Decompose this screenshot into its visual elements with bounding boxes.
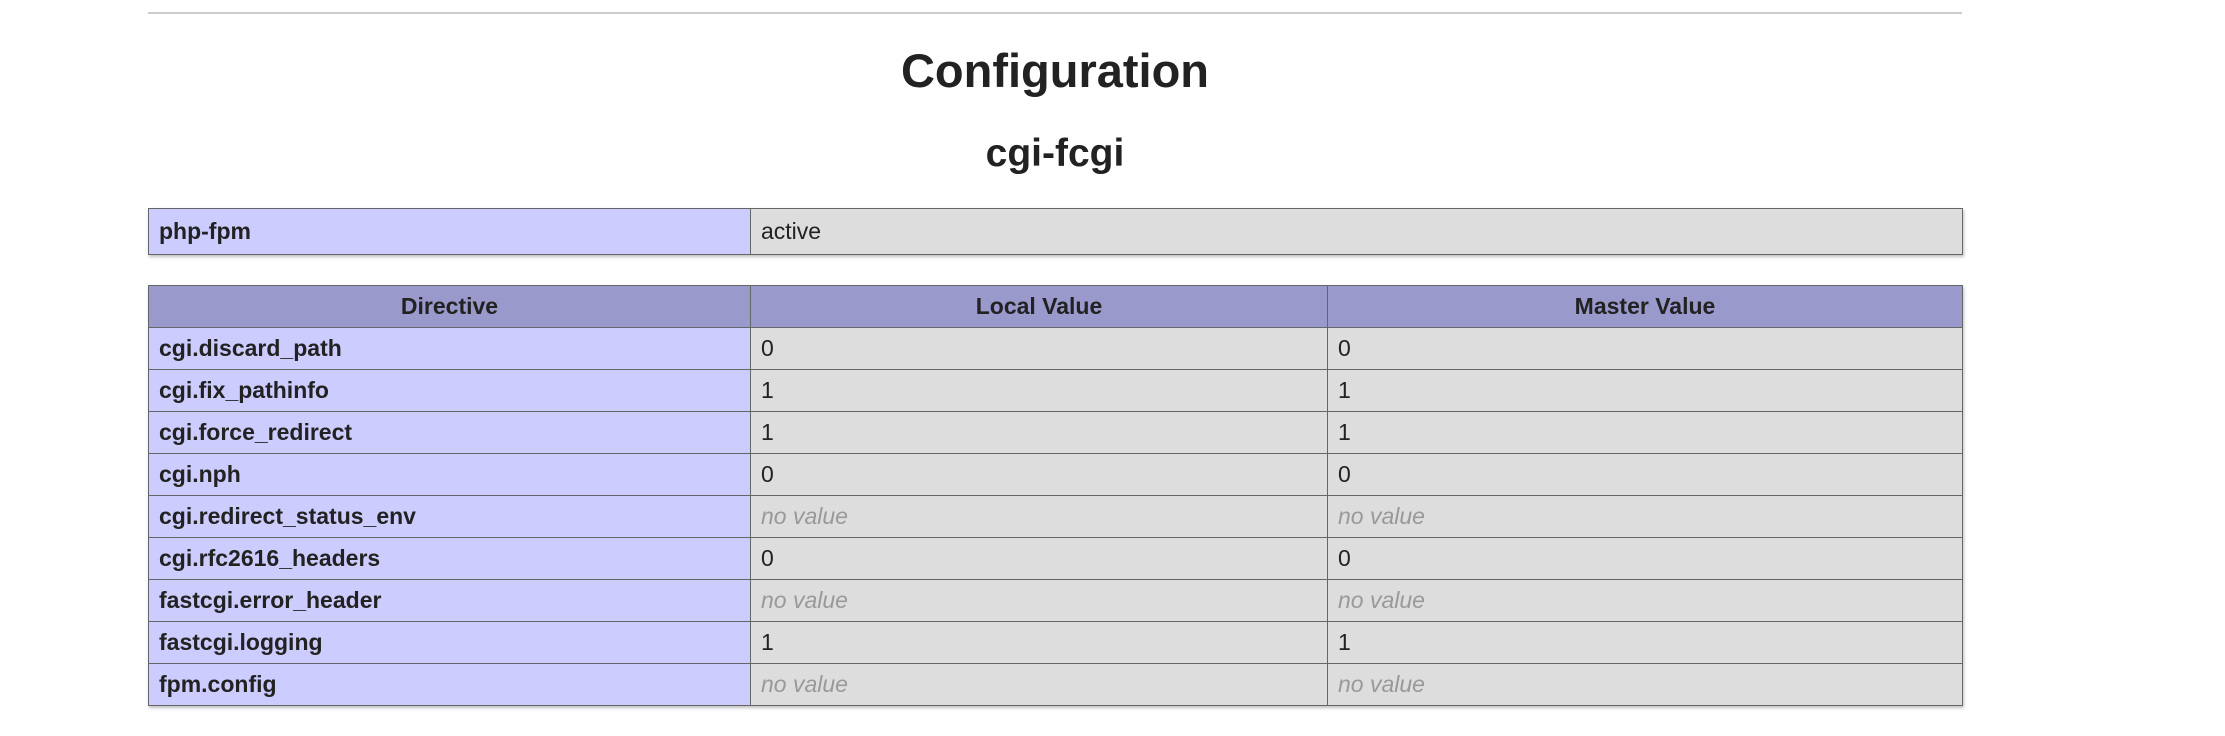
master-value-cell: no value [1327,495,1963,538]
master-value-cell: no value [1327,663,1963,706]
local-value: 1 [750,411,1328,454]
directive-row: cgi.nph 0 0 [148,453,1963,496]
directive-row: cgi.redirect_status_env no value no value [148,495,1963,538]
directive-name: cgi.fix_pathinfo [148,369,751,412]
status-row: php-fpm active [148,208,1963,255]
master-value: 1 [1327,411,1963,454]
horizontal-rule [148,12,1962,14]
directive-name: cgi.discard_path [148,327,751,370]
status-name: php-fpm [148,208,751,255]
no-value-text: no value [1338,671,1425,697]
master-value: 0 [1327,327,1963,370]
no-value-text: no value [761,503,848,529]
local-value: 0 [750,453,1328,496]
header-master-value: Master Value [1327,285,1963,328]
local-value-cell: no value [750,495,1328,538]
module-status-body: php-fpm active [148,208,1963,255]
master-value-cell: no value [1327,579,1963,622]
directive-name: cgi.rfc2616_headers [148,537,751,580]
local-value-cell: no value [750,579,1328,622]
directives-header-row: Directive Local Value Master Value [148,285,1963,328]
directive-name: fpm.config [148,663,751,706]
master-value: 1 [1327,369,1963,412]
local-value-cell: no value [750,663,1328,706]
module-status-table: php-fpm active [148,208,1963,255]
no-value-text: no value [1338,503,1425,529]
directive-row: fastcgi.error_header no value no value [148,579,1963,622]
local-value: 1 [750,621,1328,664]
directive-name: cgi.redirect_status_env [148,495,751,538]
directives-table: Directive Local Value Master Value cgi.d… [148,285,1963,706]
directive-name: cgi.force_redirect [148,411,751,454]
module-title: cgi-fcgi [985,132,1125,175]
directive-row: fpm.config no value no value [148,663,1963,706]
master-value: 1 [1327,621,1963,664]
no-value-text: no value [1338,587,1425,613]
directives-body: cgi.discard_path 0 0 cgi.fix_pathinfo 1 1 cgi.… [148,327,1963,706]
directive-name: fastcgi.logging [148,621,751,664]
header-directive: Directive [148,285,751,328]
directive-name: cgi.nph [148,453,751,496]
directive-name: fastcgi.error_header [148,579,751,622]
directive-row: cgi.discard_path 0 0 [148,327,1963,370]
master-value: 0 [1327,453,1963,496]
no-value-text: no value [761,587,848,613]
local-value: 0 [750,327,1328,370]
no-value-text: no value [761,671,848,697]
section-title: Configuration [900,44,1210,97]
local-value: 0 [750,537,1328,580]
directive-row: cgi.rfc2616_headers 0 0 [148,537,1963,580]
directive-row: cgi.force_redirect 1 1 [148,411,1963,454]
local-value: 1 [750,369,1328,412]
master-value: 0 [1327,537,1963,580]
status-value: active [750,208,1963,255]
header-local-value: Local Value [750,285,1328,328]
directive-row: fastcgi.logging 1 1 [148,621,1963,664]
directive-row: cgi.fix_pathinfo 1 1 [148,369,1963,412]
